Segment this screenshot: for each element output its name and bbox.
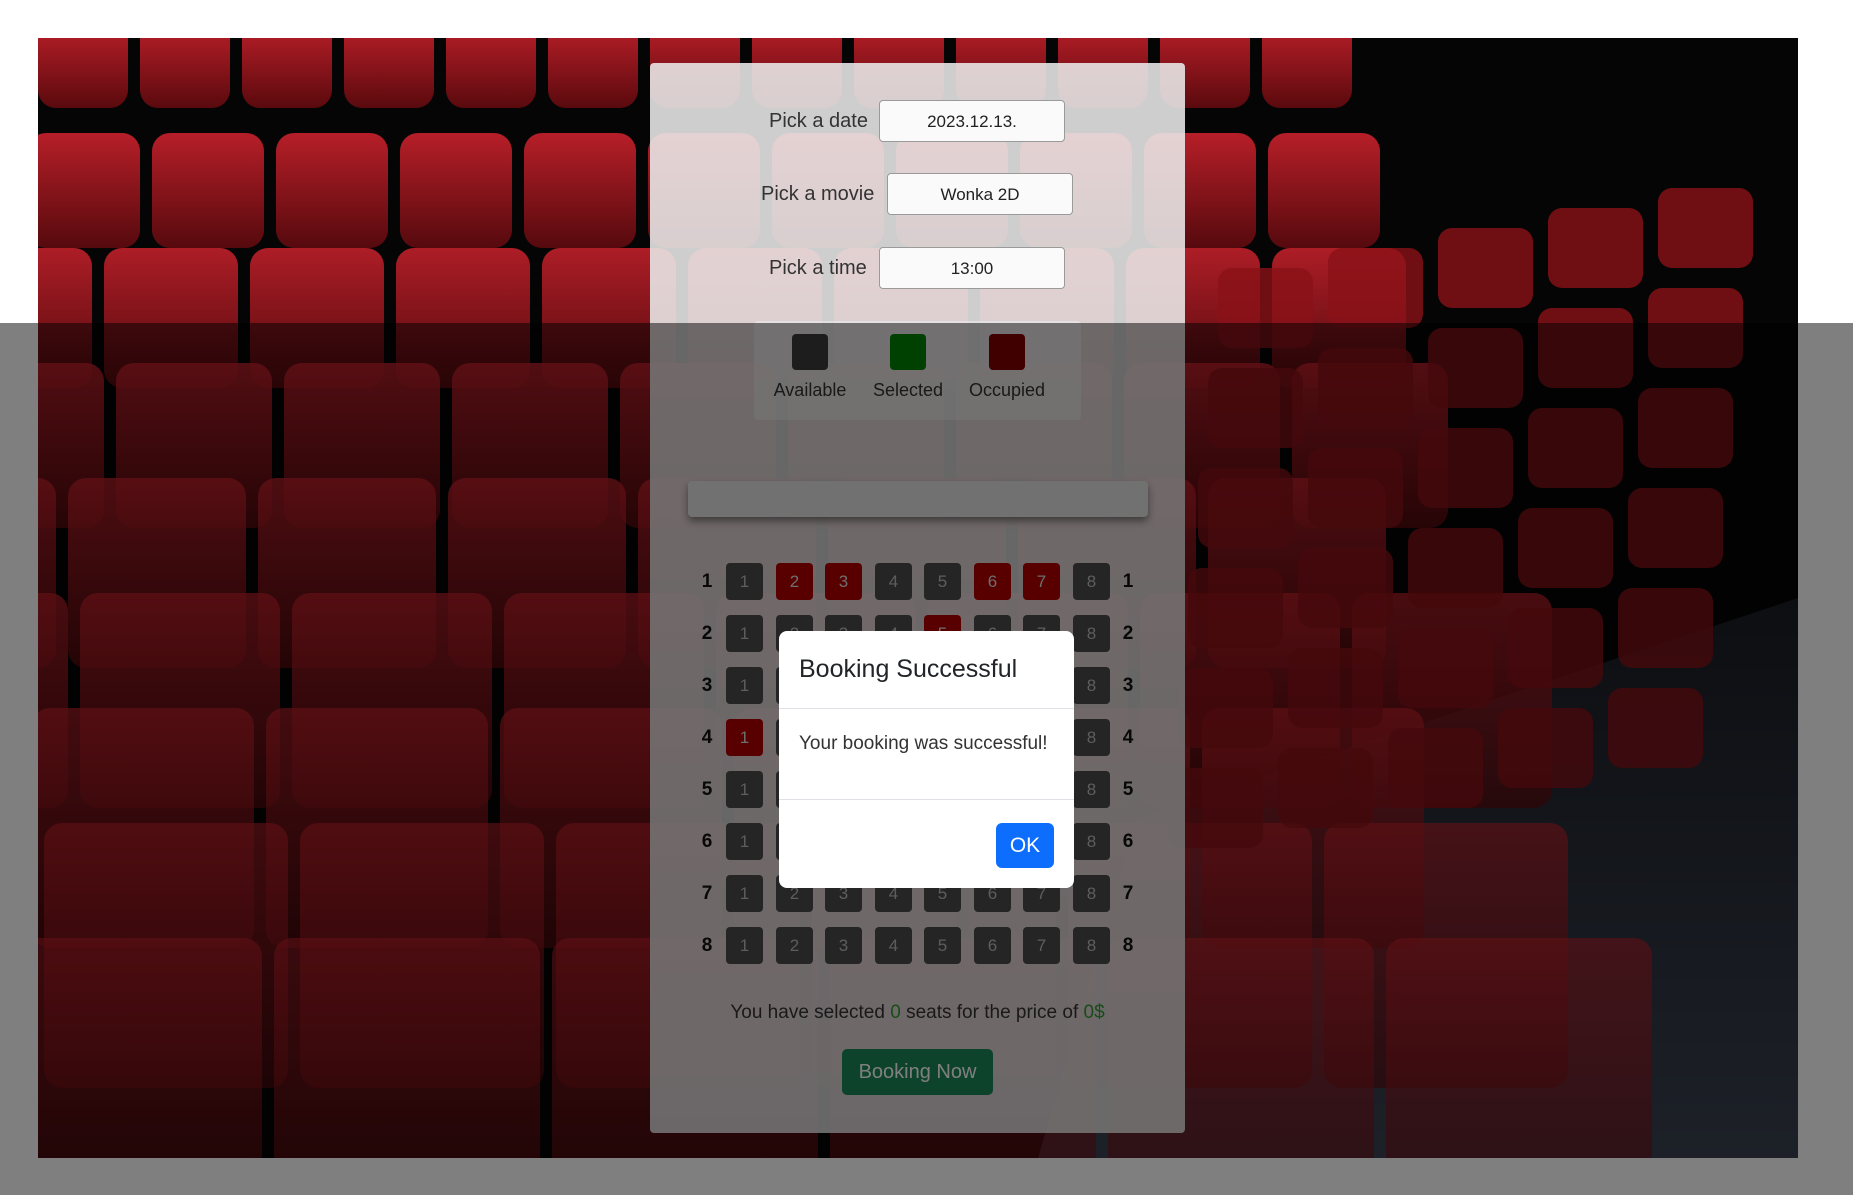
movie-row: Pick a movie Wonka 2D [650, 173, 1185, 217]
booking-success-modal: Booking Successful Your booking was succ… [779, 631, 1074, 888]
movie-select[interactable]: Wonka 2D [887, 173, 1073, 215]
time-label: Pick a time [769, 257, 867, 279]
date-label: Pick a date [769, 110, 868, 132]
movie-label: Pick a movie [761, 183, 875, 205]
date-input[interactable]: 2023.12.13. [879, 100, 1065, 142]
modal-message: Your booking was successful! [779, 709, 1074, 800]
time-select[interactable]: 13:00 [879, 247, 1065, 289]
modal-title: Booking Successful [779, 631, 1074, 709]
date-row: Pick a date 2023.12.13. [650, 100, 1185, 144]
time-row: Pick a time 13:00 [650, 247, 1185, 291]
ok-button[interactable]: OK [996, 823, 1054, 868]
